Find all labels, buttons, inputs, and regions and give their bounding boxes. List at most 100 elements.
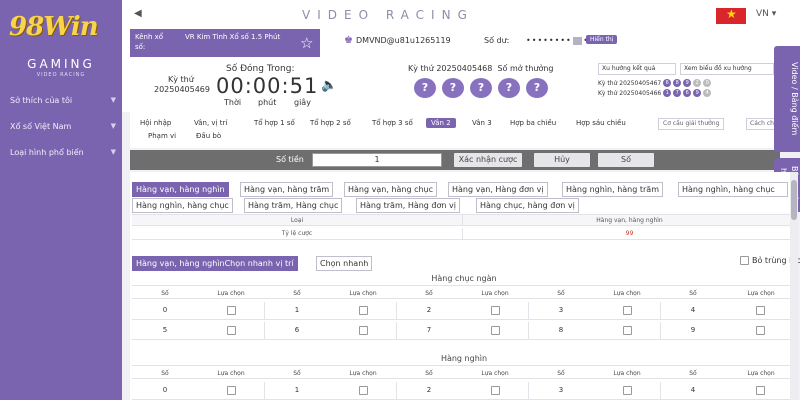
sidebar-item-label: Xổ số Việt Nam bbox=[10, 122, 72, 131]
tab-to-hop-2[interactable]: Tổ hợp 2 số bbox=[310, 119, 351, 127]
tab-quick-pick[interactable]: Chọn nhanh bbox=[316, 256, 373, 271]
tab-van-2[interactable]: Vân 2 bbox=[426, 118, 456, 128]
sidebar-item-favorites[interactable]: Sở thích của tôi ▼ bbox=[10, 96, 116, 105]
pick-checkbox[interactable] bbox=[491, 386, 500, 395]
tab-nghin-chuc[interactable]: Hàng nghìn, hàng chục bbox=[132, 198, 233, 213]
channel-name: VR Kim Tinh Xổ số 1.5 Phút bbox=[185, 33, 281, 41]
tab-van-tram[interactable]: Hàng vạn, hàng trăm bbox=[240, 182, 334, 197]
sidebar: 98Win GAMING VIDEO RACING Sở thích của t… bbox=[0, 0, 122, 400]
info-strip: Kênh xổ số: VR Kim Tinh Xổ số 1.5 Phút ☆… bbox=[122, 26, 800, 80]
tab-hoi-nhap[interactable]: Hội nhập bbox=[140, 119, 171, 127]
confirm-bet-button[interactable]: Xác nhận cược bbox=[454, 153, 522, 167]
countdown-timer: 00:00:51 bbox=[216, 74, 319, 98]
tab-van-vi-tri[interactable]: Vân, vị trí bbox=[194, 119, 227, 127]
favorite-star-icon[interactable]: ☆ bbox=[300, 34, 313, 52]
pick-checkbox[interactable] bbox=[227, 386, 236, 395]
balance-label: Số dư: bbox=[484, 36, 510, 45]
result-ball: ? bbox=[526, 78, 548, 98]
pick-checkbox[interactable] bbox=[359, 306, 368, 315]
cancel-button[interactable]: Hủy bbox=[534, 153, 590, 167]
bet-bar: Số tiền 1 Xác nhận cược Hủy Số bbox=[130, 150, 780, 170]
pick-checkbox[interactable] bbox=[491, 326, 500, 335]
bet-amount-label: Số tiền bbox=[276, 155, 304, 164]
second-label: giây bbox=[294, 98, 311, 107]
pick-checkbox[interactable] bbox=[623, 326, 632, 335]
sidebar-item-label: Loại hình phổ biến bbox=[10, 148, 84, 157]
balance-dropdown-icon[interactable] bbox=[573, 37, 582, 45]
tab-hop-ba-chieu[interactable]: Hợp ba chiều bbox=[510, 119, 556, 127]
current-draw-label: Kỳ thứ bbox=[168, 75, 194, 84]
pick-checkbox[interactable] bbox=[359, 326, 368, 335]
tab-position-quick[interactable]: Hàng vạn, hàng nghìnChọn nhanh vị trí bbox=[132, 256, 298, 271]
current-draw-number: 20250405469 bbox=[154, 85, 210, 94]
history-row: Kỳ thứ 20250405466 1 7 6 9 4 bbox=[598, 89, 712, 97]
speaker-icon[interactable]: 🔈 bbox=[321, 78, 337, 93]
pick-checkbox[interactable] bbox=[359, 386, 368, 395]
gaming-sublabel: VIDEO RACING bbox=[36, 72, 86, 78]
channel-label: Kênh xổ số: bbox=[135, 33, 164, 51]
tab-dau-bo[interactable]: Đấu bò bbox=[196, 132, 221, 140]
tab-pham-vi[interactable]: Phạm vi bbox=[148, 132, 176, 140]
tab-van-don-vi[interactable]: Hàng vạn, Hàng đơn vị bbox=[448, 182, 548, 197]
remove-duplicates-checkbox[interactable] bbox=[740, 256, 749, 265]
grid-row: 0 1 2 3 4 bbox=[132, 382, 796, 400]
bet-amount-input[interactable]: 1 bbox=[312, 153, 442, 167]
language-select[interactable]: VN ▾ bbox=[756, 9, 776, 19]
section-title: Hàng nghìn bbox=[132, 352, 796, 366]
pick-checkbox[interactable] bbox=[756, 386, 765, 395]
sidebar-item-popular[interactable]: Loại hình phổ biến ▼ bbox=[10, 148, 116, 157]
tab-van-nghin[interactable]: Hàng vạn, hàng nghìn bbox=[132, 182, 229, 197]
hour-label: Thời bbox=[224, 98, 242, 107]
sidebar-item-vietnam-lottery[interactable]: Xổ số Việt Nam ▼ bbox=[10, 122, 116, 131]
result-ball: ? bbox=[442, 78, 464, 98]
grid-row: 0 1 2 3 4 bbox=[132, 302, 796, 320]
countdown-label: Số Đóng Trong: bbox=[226, 64, 295, 74]
minute-label: phút bbox=[258, 98, 277, 107]
trend-results-button[interactable]: Xu hướng kết quả bbox=[598, 63, 676, 75]
draw-panel: Kỳ thứ 20250405469 Số Đóng Trong: 00:00:… bbox=[122, 58, 800, 112]
pick-checkbox[interactable] bbox=[756, 326, 765, 335]
pick-checkbox[interactable] bbox=[227, 326, 236, 335]
tab-nghin-chuc-first[interactable]: Hàng nghìn, hàng chục bbox=[678, 182, 788, 197]
result-ball: ? bbox=[498, 78, 520, 98]
back-arrow-icon[interactable]: ◀ bbox=[134, 8, 142, 19]
chevron-down-icon: ▼ bbox=[110, 96, 116, 104]
chevron-down-icon: ▼ bbox=[110, 148, 116, 156]
tab-tram-don-vi[interactable]: Hàng trăm, Hàng đơn vị bbox=[356, 198, 460, 213]
brand-logo[interactable]: 98Win bbox=[6, 6, 118, 54]
vietnam-flag-icon[interactable]: ★ bbox=[716, 7, 746, 24]
logo-text: 98Win bbox=[9, 12, 99, 42]
channel-box[interactable]: Kênh xổ số: VR Kim Tinh Xổ số 1.5 Phút ☆ bbox=[130, 29, 320, 57]
grid-header: Số Lựa chọn Số Lựa chọn Số Lựa chọn Số Lựa c… bbox=[132, 368, 796, 379]
tab-chuc-don-vi[interactable]: Hàng chục, hàng đơn vị bbox=[476, 198, 579, 213]
pick-checkbox[interactable] bbox=[623, 386, 632, 395]
chevron-down-icon: ▼ bbox=[110, 122, 116, 130]
pick-checkbox[interactable] bbox=[623, 306, 632, 315]
prize-structure-button[interactable]: Cơ cấu giải thưởng bbox=[658, 118, 725, 130]
bet-content: Hàng vạn, hàng nghìn Hàng vạn, hàng trăm… bbox=[130, 172, 800, 400]
content-scrollbar[interactable] bbox=[790, 172, 798, 400]
previous-draw-label: Kỳ thứ 20250405468 Số mở thưởng bbox=[408, 64, 554, 73]
game-mode-tabs: Hội nhập Vân, vị trí Tổ hợp 1 số Tổ hợp … bbox=[130, 112, 780, 148]
pick-checkbox[interactable] bbox=[491, 306, 500, 315]
odds-table-row: Tỷ lệ cược 99 bbox=[132, 228, 796, 240]
history-row: Kỳ thứ 20250405467 6 8 9 2 0 bbox=[598, 79, 712, 87]
scrollbar-thumb[interactable] bbox=[791, 180, 797, 220]
tab-nghin-tram[interactable]: Hàng nghìn, hàng trăm bbox=[562, 182, 663, 197]
tab-hop-sau-chieu[interactable]: Hợp sáu chiều bbox=[576, 119, 626, 127]
tab-to-hop-1[interactable]: Tổ hợp 1 số bbox=[254, 119, 295, 127]
tab-to-hop-3[interactable]: Tổ hợp 3 số bbox=[372, 119, 413, 127]
tab-van-chuc[interactable]: Hàng vạn, hàng chục bbox=[344, 182, 438, 197]
pick-checkbox[interactable] bbox=[756, 306, 765, 315]
pick-checkbox[interactable] bbox=[227, 306, 236, 315]
top-bar: ◀ VIDEO RACING ★ VN ▾ bbox=[122, 0, 800, 26]
tab-tram-chuc[interactable]: Hàng trăm, Hàng chục bbox=[244, 198, 343, 213]
show-balance-button[interactable]: Hiển thị bbox=[586, 35, 618, 44]
page-title: VIDEO RACING bbox=[302, 8, 474, 22]
odds-table-header: Loại Hàng vạn, hàng nghìn bbox=[132, 214, 796, 226]
video-scoreboard-tab[interactable]: Video / Bảng điểm bbox=[774, 46, 800, 152]
trend-chart-button[interactable]: Xem biểu đồ xu hướng bbox=[680, 63, 774, 75]
user-icon: ♚ bbox=[344, 35, 353, 46]
number-button[interactable]: Số bbox=[598, 153, 654, 167]
tab-van-3[interactable]: Vân 3 bbox=[472, 119, 492, 127]
